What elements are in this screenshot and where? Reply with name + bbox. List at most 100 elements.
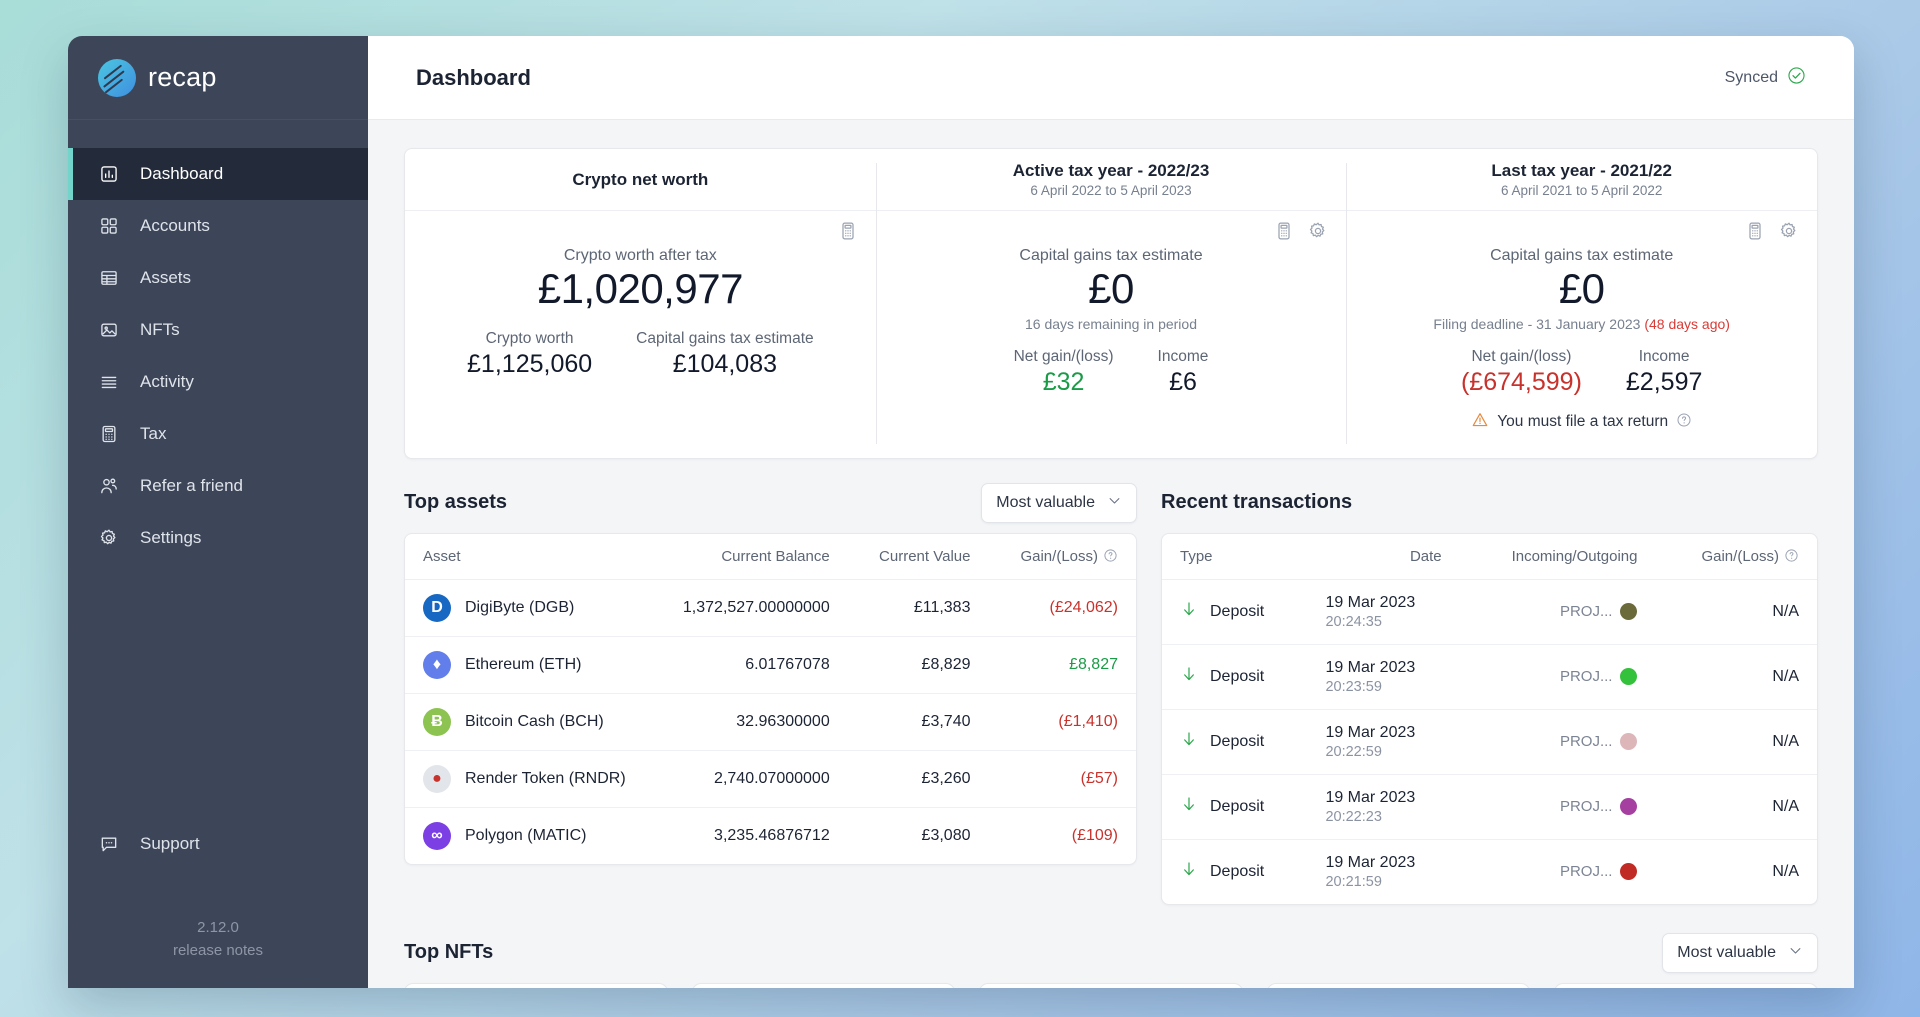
sidebar-item-nfts[interactable]: NFTs: [68, 304, 368, 356]
arrow-down-icon: [1180, 795, 1198, 818]
summary-card-header: Last tax year - 2021/22 6 April 2021 to 5…: [1346, 149, 1818, 211]
sidebar-item-tax[interactable]: Tax: [68, 408, 368, 460]
table-row[interactable]: Deposit 19 Mar 2023 20:24:35 PROJ... N/A: [1162, 579, 1817, 645]
transaction-time: 20:23:59: [1325, 678, 1382, 695]
table-row[interactable]: D DigiByte (DGB) 1,372,527.00000000 £11,383…: [405, 579, 1136, 637]
nft-tile[interactable]: [979, 982, 1243, 988]
calculator-icon[interactable]: [1745, 221, 1765, 246]
sidebar-item-support[interactable]: Support: [68, 818, 368, 870]
sidebar-item-label: Activity: [140, 372, 194, 391]
summary-card-actions: [1745, 221, 1799, 246]
brand-logo[interactable]: recap: [68, 36, 368, 120]
dashboard-content: Crypto net worth Crypto worth after tax £1…: [368, 120, 1854, 988]
column-header: Incoming/Outgoing: [1459, 533, 1656, 580]
top-assets-tbody: D DigiByte (DGB) 1,372,527.00000000 £11,383…: [405, 579, 1136, 864]
incoming-outgoing-cell: PROJ...: [1460, 839, 1656, 904]
sidebar-item-accounts[interactable]: Accounts: [68, 200, 368, 252]
token-avatar: [1620, 603, 1638, 621]
summary-pair: Capital gains tax estimate £104,083: [636, 330, 813, 379]
incoming-outgoing-label: PROJ...: [1559, 603, 1613, 621]
top-nfts-sort-label: Most valuable: [1677, 943, 1776, 961]
grid-icon: [98, 215, 120, 237]
sidebar-item-settings[interactable]: Settings: [68, 512, 368, 564]
top-assets-header: Top assets Most valuable: [404, 481, 1137, 525]
summary-pair: Income £6: [1158, 348, 1209, 397]
summary-card-body: Capital gains tax estimate £0 16 days rema…: [876, 211, 1347, 421]
summary-primary-label: Capital gains tax estimate: [1490, 247, 1674, 264]
summary-primary-label: Crypto worth after tax: [563, 247, 717, 264]
nft-tile[interactable]: [1554, 982, 1818, 988]
table-row[interactable]: Deposit 19 Mar 2023 20:23:59 PROJ... N/A: [1162, 644, 1817, 710]
top-assets-sort-dropdown[interactable]: Most valuable: [981, 482, 1137, 523]
token-avatar: [1620, 798, 1638, 816]
calculator-icon: [98, 423, 120, 445]
summary-primary-value: £1,020,977: [537, 265, 744, 312]
table-row[interactable]: Deposit 19 Mar 2023 20:22:23 PROJ... N/A: [1162, 774, 1817, 840]
table-row[interactable]: ♦ Ethereum (ETH) 6.01767078 £8,829 £8,827: [405, 636, 1136, 694]
calculator-icon[interactable]: [838, 221, 858, 246]
table-row[interactable]: ● Render Token (RNDR) 2,740.07000000 £3,260…: [405, 750, 1136, 808]
top-assets-thead: Asset Current Balance Current Value Gain/(L…: [405, 533, 1136, 580]
sidebar-item-assets[interactable]: Assets: [68, 252, 368, 304]
table-row[interactable]: Deposit 19 Mar 2023 20:21:59 PROJ... N/A: [1162, 839, 1817, 904]
recent-transactions-section: Recent transactions Type Date Incoming/Out…: [1161, 481, 1818, 905]
gear-icon[interactable]: [1308, 221, 1328, 246]
table-row[interactable]: Deposit 19 Mar 2023 20:22:59 PROJ... N/A: [1162, 709, 1817, 775]
asset-name: Ethereum (ETH): [465, 655, 582, 673]
asset-gain-loss: (£1,410): [988, 693, 1136, 751]
nft-tile[interactable]: [404, 982, 668, 988]
recent-transactions-header: Recent transactions: [1161, 481, 1818, 525]
incoming-outgoing-label: PROJ...: [1559, 798, 1613, 816]
transaction-type-label: Deposit: [1210, 732, 1265, 750]
nft-tile[interactable]: [691, 982, 956, 988]
coin-icon: D: [423, 593, 451, 622]
column-header-label: Date: [1409, 547, 1442, 565]
calculator-icon[interactable]: [1274, 221, 1294, 246]
summary-card-title: Last tax year - 2021/22: [1491, 161, 1672, 180]
page-title: Dashboard: [416, 64, 531, 90]
release-notes-link[interactable]: release notes: [68, 939, 368, 962]
chevron-down-icon: [1107, 493, 1122, 513]
version-info: 2.12.0 release notes: [68, 870, 368, 981]
transaction-gain-loss: N/A: [1772, 862, 1799, 880]
nft-tile[interactable]: [1266, 982, 1531, 988]
asset-value: £3,260: [847, 750, 989, 808]
tax-return-warning-label: You must file a tax return: [1497, 413, 1669, 431]
column-header: Type: [1162, 533, 1308, 580]
asset-value: £3,080: [921, 826, 971, 844]
transaction-date: 19 Mar 2023: [1325, 593, 1416, 611]
summary-note-text: 16 days remaining in period: [1025, 315, 1197, 332]
help-icon[interactable]: [1779, 548, 1799, 565]
summary-pair-value: £6: [1169, 367, 1197, 396]
top-nfts-strip: [404, 982, 1818, 988]
top-nfts-sort-dropdown[interactable]: Most valuable: [1662, 932, 1818, 973]
summary-pair-label: Net gain/(loss): [1013, 347, 1114, 365]
table-row[interactable]: ∞ Polygon (MATIC) 3,235.46876712 £3,080 (£10…: [405, 807, 1136, 864]
help-icon[interactable]: [1676, 412, 1692, 433]
sidebar-item-label: Support: [140, 833, 200, 853]
sidebar-item-label: Tax: [140, 424, 167, 443]
asset-cell: D DigiByte (DGB): [405, 579, 646, 637]
sidebar-item-activity[interactable]: Activity: [68, 356, 368, 408]
coin-icon: Ƀ: [423, 707, 451, 736]
summary-card-body: Capital gains tax estimate £0 Filing deadl…: [1346, 211, 1817, 458]
summary-note: 16 days remaining in period: [898, 316, 1325, 332]
sidebar-item-refer-a-friend[interactable]: Refer a friend: [68, 460, 368, 512]
sidebar-item-dashboard[interactable]: Dashboard: [68, 148, 368, 200]
column-header: Current Balance: [645, 533, 848, 580]
summary-pair: Net gain/(loss) £32: [1014, 348, 1114, 397]
sidebar-item-label: NFTs: [140, 320, 180, 339]
sync-status[interactable]: Synced: [1725, 66, 1806, 90]
summary-card-title: Active tax year - 2022/23: [1012, 161, 1210, 180]
transaction-time: 20:22:23: [1325, 808, 1382, 825]
column-header-label: Type: [1180, 547, 1213, 565]
incoming-outgoing-label: PROJ...: [1559, 668, 1613, 686]
summary-card-header: Crypto net worth: [405, 149, 876, 211]
sidebar-item-label: Settings: [140, 528, 202, 547]
summary-pairs: Net gain/(loss) (£674,599) Income £2,597: [1368, 348, 1795, 397]
gear-icon[interactable]: [1779, 221, 1799, 246]
help-icon[interactable]: [1098, 548, 1118, 565]
summary-card-actions: [1274, 221, 1328, 246]
table-row[interactable]: Ƀ Bitcoin Cash (BCH) 32.96300000 £3,740 (£1,…: [405, 693, 1136, 751]
